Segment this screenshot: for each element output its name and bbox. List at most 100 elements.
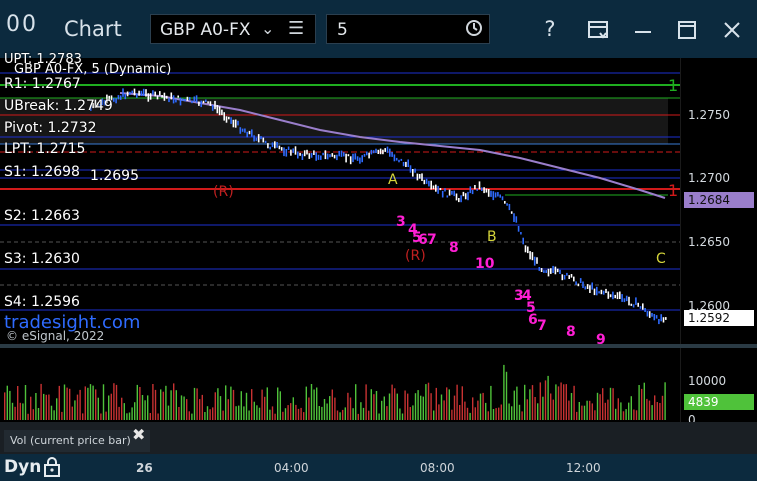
price-bar xyxy=(637,302,639,307)
dynamic-mode-label[interactable]: Dyn xyxy=(4,457,41,477)
price-bar xyxy=(253,135,255,142)
volume-bar xyxy=(264,396,266,420)
price-bar xyxy=(292,148,294,153)
chevron-down-icon[interactable]: ⌄ xyxy=(261,19,274,38)
price-bar xyxy=(228,116,230,120)
level-label-s1: S1: 1.2698 xyxy=(4,164,80,180)
volume-bar xyxy=(477,400,479,420)
price-bar xyxy=(596,286,598,296)
volume-bar xyxy=(308,397,310,420)
price-bar xyxy=(432,185,435,190)
price-bar xyxy=(290,149,292,156)
volume-bar xyxy=(404,390,406,420)
price-bar xyxy=(257,134,260,143)
volume-bar xyxy=(186,399,188,420)
volume-bar xyxy=(563,384,565,420)
price-bar xyxy=(391,152,393,157)
volume-bar xyxy=(349,397,352,420)
price-bar xyxy=(356,156,359,161)
price-bar xyxy=(653,314,656,321)
price-bar xyxy=(205,99,207,102)
volume-bar xyxy=(430,393,432,420)
price-bar xyxy=(586,284,589,289)
price-bar xyxy=(462,191,465,197)
price-bar xyxy=(478,181,481,190)
price-bar xyxy=(389,148,391,157)
volume-bar xyxy=(438,404,440,420)
volume-bar xyxy=(414,393,417,420)
study-label[interactable]: Vol (current price bar) xyxy=(4,430,150,452)
symbol-text: GBP A0-FX xyxy=(160,20,251,40)
volume-bar xyxy=(573,385,575,420)
lock-icon[interactable] xyxy=(43,457,61,477)
price-bar xyxy=(556,268,559,273)
volume-bar xyxy=(100,413,102,420)
price-bar xyxy=(591,282,593,290)
volume-bar xyxy=(290,403,292,420)
price-bar xyxy=(248,130,251,135)
price-bar xyxy=(188,97,191,101)
volume-bar xyxy=(578,402,580,420)
title-bar: 00 Chart GBP A0-FX ⌄ ☰ 5 ? xyxy=(0,0,757,58)
marker-one-top: 1 xyxy=(668,76,678,95)
price-bar xyxy=(386,146,389,153)
volume-bar xyxy=(50,405,53,420)
help-icon[interactable]: ? xyxy=(535,14,565,44)
price-bar xyxy=(136,93,138,98)
price-bar xyxy=(211,105,214,111)
price-bar xyxy=(161,95,163,98)
menu-icon[interactable]: ☰ xyxy=(288,18,304,39)
price-bar xyxy=(333,154,336,159)
volume-bar xyxy=(217,388,219,420)
close-icon[interactable] xyxy=(717,14,747,44)
volume-bar xyxy=(232,389,235,420)
price-bar xyxy=(501,196,504,201)
volume-bar xyxy=(196,388,198,420)
volume-bar xyxy=(531,385,534,420)
maximize-icon[interactable] xyxy=(672,14,702,44)
price-bar xyxy=(609,294,612,298)
volume-bar xyxy=(175,390,177,420)
volume-bar xyxy=(204,412,206,420)
marker-b: B xyxy=(487,229,497,245)
price-bar xyxy=(497,192,499,197)
price-bar xyxy=(193,96,196,102)
interval-selector[interactable]: 5 xyxy=(326,14,490,44)
minimize-icon[interactable] xyxy=(628,14,658,44)
volume-bar xyxy=(279,391,281,420)
interval-text: 5 xyxy=(337,20,348,40)
volume-bar xyxy=(227,399,229,420)
volume-bar xyxy=(625,409,627,420)
price-bar xyxy=(499,194,501,198)
volume-bar xyxy=(128,412,131,420)
volume-bar xyxy=(539,382,541,420)
price-bar xyxy=(487,189,490,197)
price-bar xyxy=(115,98,117,104)
volume-bar xyxy=(529,389,531,420)
count-label: 8 xyxy=(449,240,459,256)
volume-bar xyxy=(134,402,136,420)
volume-chart[interactable] xyxy=(0,348,680,422)
close-study-icon[interactable]: ✖ xyxy=(132,425,145,444)
price-bar xyxy=(651,313,653,317)
price-bar xyxy=(660,314,662,322)
volume-bar xyxy=(326,403,328,420)
price-bar xyxy=(285,149,288,157)
volume-bar xyxy=(347,392,349,420)
clock-icon[interactable] xyxy=(464,18,484,38)
volume-bar xyxy=(474,407,476,420)
price-bar xyxy=(343,152,345,157)
volume-bar xyxy=(188,411,190,420)
volume-bar xyxy=(212,407,214,420)
price-bar xyxy=(271,142,274,148)
time-axis[interactable] xyxy=(0,454,757,481)
template-icon[interactable] xyxy=(583,14,613,44)
volume-bar xyxy=(87,387,89,420)
price-bar xyxy=(366,151,368,156)
volume-bar xyxy=(654,395,656,420)
symbol-selector[interactable]: GBP A0-FX ⌄ ☰ xyxy=(150,14,316,44)
price-bar xyxy=(508,204,511,211)
price-bar xyxy=(543,270,545,273)
volume-bar xyxy=(251,389,253,420)
volume-bar xyxy=(339,412,341,420)
